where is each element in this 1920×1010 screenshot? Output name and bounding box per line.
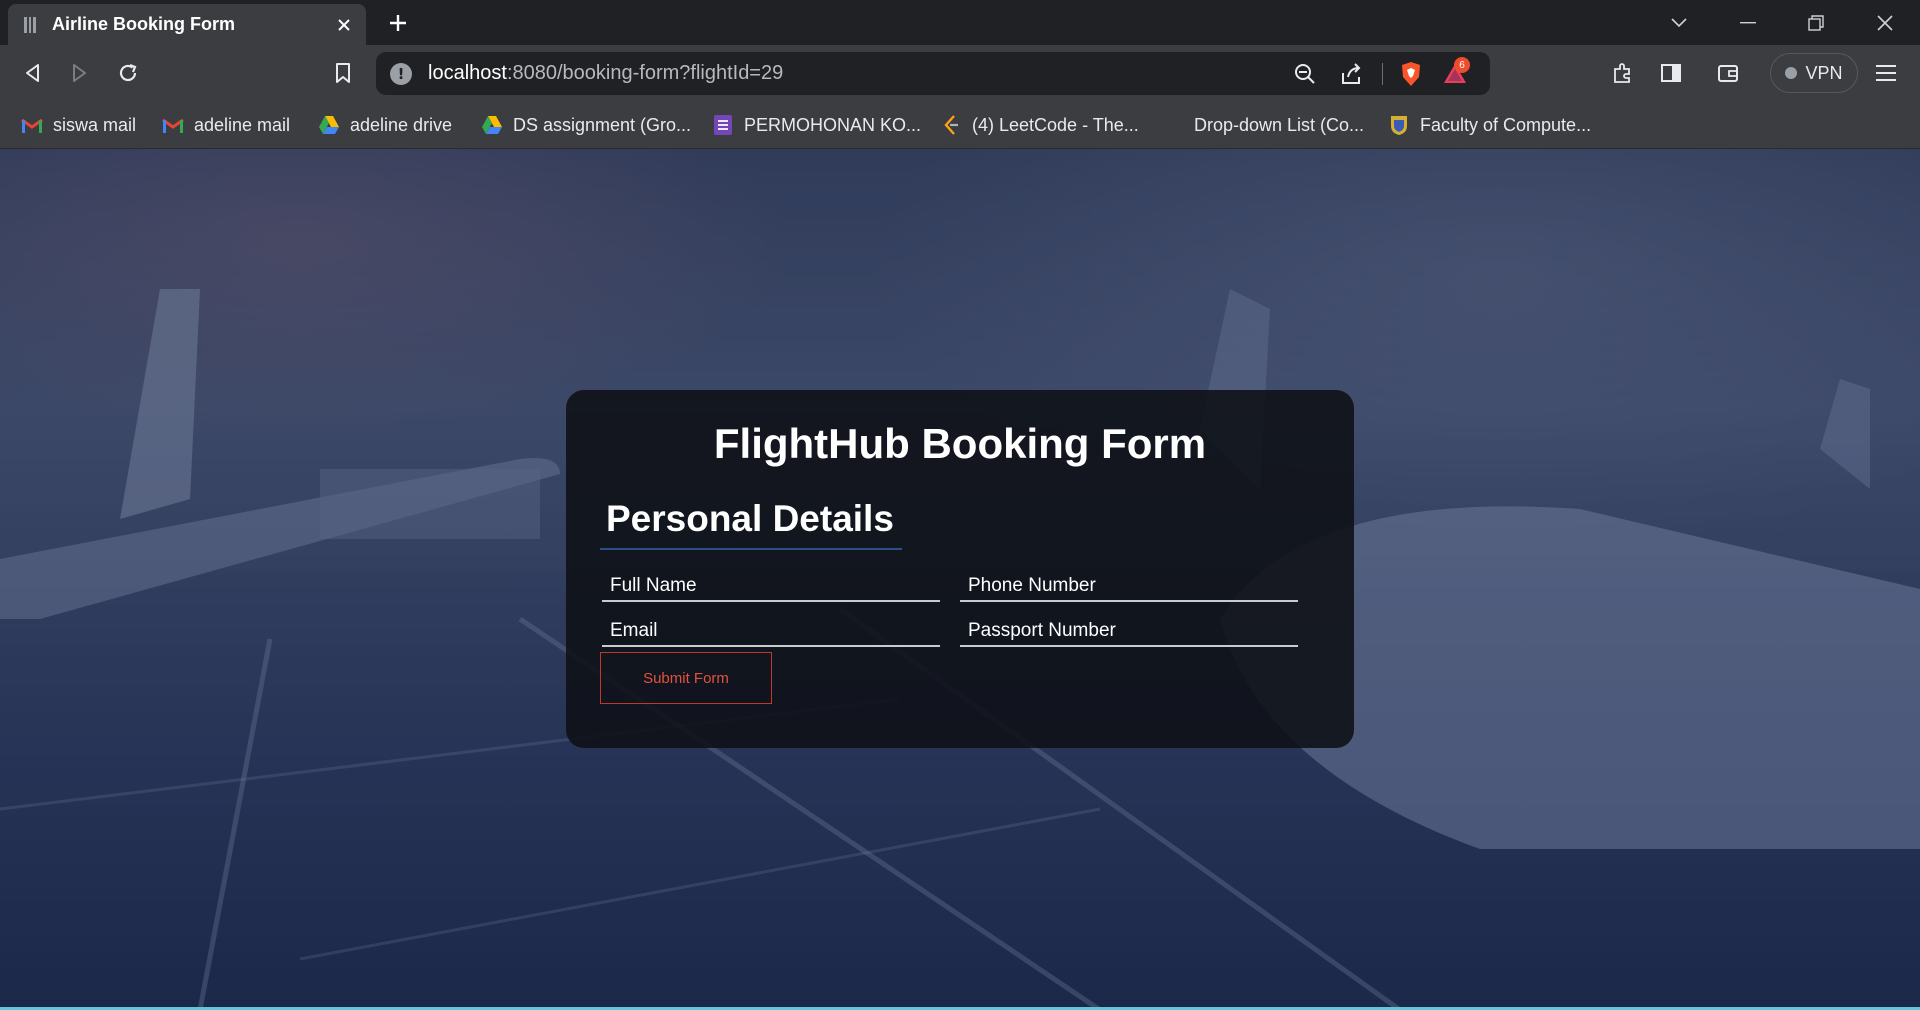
section-underline xyxy=(600,548,902,550)
new-tab-button[interactable] xyxy=(384,9,412,37)
browser-toolbar: ! localhost:8080/booking-form?flightId=2… xyxy=(0,45,1920,102)
leetcode-icon xyxy=(940,114,962,136)
full-name-field xyxy=(602,566,940,602)
vpn-button[interactable]: VPN xyxy=(1770,53,1858,93)
bookmark-ds-assignment[interactable]: DS assignment (Gro... xyxy=(481,112,691,138)
gmail-icon xyxy=(21,114,43,136)
google-forms-icon xyxy=(712,114,734,136)
submit-form-button[interactable]: Submit Form xyxy=(600,652,772,704)
rewards-badge: 6 xyxy=(1454,57,1470,73)
bookmark-dropdown-list[interactable]: Drop-down List (Co... xyxy=(1194,112,1364,138)
vpn-label: VPN xyxy=(1805,62,1843,83)
tab-strip: Airline Booking Form xyxy=(0,0,1920,45)
bookmark-adeline-mail[interactable]: adeline mail xyxy=(162,112,290,138)
menu-icon[interactable] xyxy=(1871,58,1901,88)
bookmark-leetcode[interactable]: (4) LeetCode - The... xyxy=(940,112,1139,138)
vpn-status-icon xyxy=(1785,67,1798,79)
bookmark-faculty[interactable]: Faculty of Compute... xyxy=(1388,112,1591,138)
bookmark-siswa-mail[interactable]: siswa mail xyxy=(21,112,136,138)
close-window-icon[interactable] xyxy=(1870,8,1900,38)
url-divider xyxy=(1382,63,1383,85)
active-tab[interactable]: Airline Booking Form xyxy=(8,4,366,45)
passport-number-field xyxy=(960,611,1298,647)
google-drive-icon xyxy=(318,114,340,136)
brave-shields-icon[interactable] xyxy=(1398,61,1424,87)
phone-number-input[interactable] xyxy=(960,566,1298,600)
email-field xyxy=(602,611,940,647)
site-info-icon[interactable]: ! xyxy=(390,63,412,85)
reload-button[interactable] xyxy=(113,58,143,88)
tab-search-chevron-icon[interactable] xyxy=(1664,8,1694,38)
bookmark-permohonan[interactable]: PERMOHONAN KO... xyxy=(712,112,921,138)
tab-close-icon[interactable] xyxy=(332,13,356,37)
zoom-icon[interactable] xyxy=(1292,61,1318,87)
email-input[interactable] xyxy=(602,611,940,645)
url-text[interactable]: localhost:8080/booking-form?flightId=29 xyxy=(428,62,783,85)
bookmarks-bar: siswa mail adeline mail adeline drive DS… xyxy=(0,102,1920,149)
full-name-input[interactable] xyxy=(602,566,940,600)
tab-title: Airline Booking Form xyxy=(52,14,236,34)
share-icon[interactable] xyxy=(1338,61,1364,87)
google-drive-icon xyxy=(481,114,503,136)
faculty-crest-icon xyxy=(1388,114,1410,136)
forward-button[interactable] xyxy=(65,58,95,88)
bookmark-adeline-drive[interactable]: adeline drive xyxy=(318,112,452,138)
gmail-icon xyxy=(162,114,184,136)
address-bar[interactable]: ! localhost:8080/booking-form?flightId=2… xyxy=(376,52,1490,95)
sidebar-icon[interactable] xyxy=(1656,58,1686,88)
booking-form-card: FlightHub Booking Form Personal Details … xyxy=(566,390,1354,748)
brave-rewards-icon[interactable]: 6 xyxy=(1442,57,1470,87)
minimize-icon[interactable] xyxy=(1733,8,1763,38)
form-title: FlightHub Booking Form xyxy=(713,420,1207,467)
passport-number-input[interactable] xyxy=(960,611,1298,645)
restore-icon[interactable] xyxy=(1801,8,1831,38)
extensions-icon[interactable] xyxy=(1608,58,1638,88)
phone-number-field xyxy=(960,566,1298,602)
bookmark-icon[interactable] xyxy=(328,58,358,88)
wallet-icon[interactable] xyxy=(1713,58,1743,88)
back-button[interactable] xyxy=(17,58,47,88)
site-favicon-icon xyxy=(22,16,38,34)
section-title-personal-details: Personal Details xyxy=(606,498,894,539)
page-viewport: FlightHub Booking Form Personal Details … xyxy=(0,149,1920,1010)
